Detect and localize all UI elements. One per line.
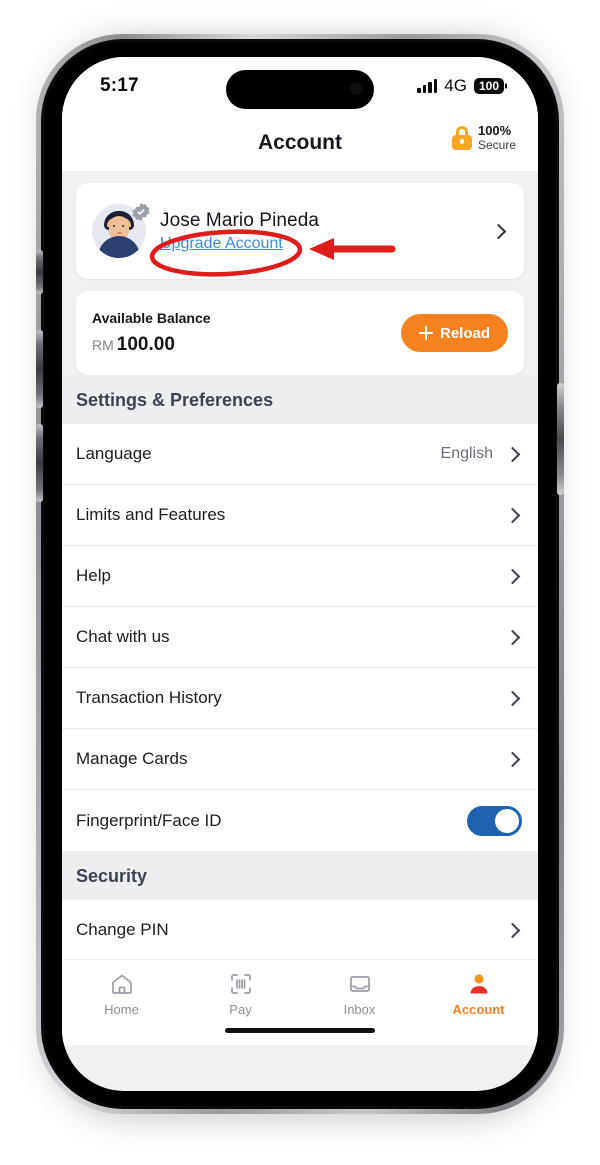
screenshot-stage: 5:17 4G 100 Account 100% Secure Jose Mar… bbox=[0, 0, 600, 1165]
tab-home[interactable]: Home bbox=[62, 971, 181, 1017]
row-label: Transaction History bbox=[76, 688, 222, 707]
home-icon bbox=[108, 971, 136, 997]
phone-screen: 5:17 4G 100 Account 100% Secure Jose Mar… bbox=[62, 57, 538, 1091]
plus-icon bbox=[418, 326, 433, 340]
row-chat-with-us[interactable]: Chat with us bbox=[62, 607, 538, 668]
volume-up-button[interactable] bbox=[36, 330, 43, 408]
security-list: Change PIN bbox=[62, 900, 538, 961]
reload-button[interactable]: Reload bbox=[400, 314, 508, 352]
chevron-right-icon[interactable] bbox=[504, 507, 521, 523]
lock-icon bbox=[451, 126, 472, 151]
secure-label: Secure bbox=[477, 137, 516, 152]
upgrade-account-link[interactable]: Upgrade Account bbox=[160, 235, 283, 253]
network-type-label: 4G bbox=[444, 76, 467, 95]
fingerprint-face-id-toggle[interactable] bbox=[467, 805, 522, 836]
reload-label: Reload bbox=[439, 324, 490, 342]
row-label: Language bbox=[76, 444, 152, 463]
chevron-right-icon[interactable] bbox=[504, 922, 521, 938]
balance-amount: RM 100.00 bbox=[92, 334, 211, 356]
language-value: English bbox=[440, 445, 493, 462]
balance-label: Available Balance bbox=[92, 310, 211, 326]
chevron-right-icon[interactable] bbox=[490, 223, 507, 239]
action-button[interactable] bbox=[36, 250, 43, 294]
row-label: Limits and Features bbox=[76, 505, 226, 524]
inbox-icon bbox=[346, 971, 374, 997]
person-icon bbox=[465, 971, 493, 997]
chevron-right-icon[interactable] bbox=[504, 629, 521, 645]
tab-label: Pay bbox=[229, 1002, 252, 1017]
profile-text: Jose Mario Pineda Upgrade Account bbox=[160, 210, 493, 253]
verified-badge-icon bbox=[131, 202, 151, 222]
avatar bbox=[92, 202, 150, 258]
tab-inbox[interactable]: Inbox bbox=[300, 971, 419, 1017]
tab-pay[interactable]: Pay bbox=[181, 971, 300, 1017]
row-label: Fingerprint/Face ID bbox=[76, 810, 222, 830]
tab-label: Home bbox=[104, 1002, 139, 1017]
balance-text: Available Balance RM 100.00 bbox=[92, 310, 211, 356]
row-manage-cards[interactable]: Manage Cards bbox=[62, 729, 538, 790]
section-header-settings: Settings & Preferences bbox=[62, 375, 538, 424]
row-label: Chat with us bbox=[76, 627, 170, 646]
app-header: Account 100% Secure bbox=[62, 115, 538, 171]
volume-down-button[interactable] bbox=[36, 424, 43, 502]
profile-name: Jose Mario Pineda bbox=[160, 209, 320, 231]
account-content: Jose Mario Pineda Upgrade Account Availa… bbox=[62, 183, 538, 1045]
chevron-right-icon[interactable] bbox=[504, 446, 521, 462]
secure-badge: 100% Secure bbox=[451, 123, 516, 153]
battery-icon: 100 bbox=[473, 78, 504, 94]
section-header-security: Security bbox=[62, 851, 538, 900]
row-limits-and-features[interactable]: Limits and Features bbox=[62, 485, 538, 546]
power-button[interactable] bbox=[557, 383, 564, 495]
profile-card[interactable]: Jose Mario Pineda Upgrade Account bbox=[76, 183, 524, 279]
tab-account[interactable]: Account bbox=[419, 971, 538, 1017]
currency-code: RM bbox=[92, 337, 114, 353]
row-label: Change PIN bbox=[76, 920, 169, 939]
tab-label: Account bbox=[452, 1002, 505, 1017]
status-bar: 5:17 4G 100 bbox=[62, 57, 538, 115]
page-title: Account bbox=[258, 131, 342, 154]
row-label: Help bbox=[76, 566, 111, 585]
secure-percent: 100% bbox=[477, 123, 512, 138]
home-indicator bbox=[225, 1028, 375, 1033]
balance-card: Available Balance RM 100.00 Reload bbox=[76, 291, 524, 375]
signal-bars-icon bbox=[417, 78, 438, 93]
settings-list: Language English Limits and Features Hel… bbox=[62, 424, 538, 851]
chevron-right-icon[interactable] bbox=[504, 690, 521, 706]
dynamic-island bbox=[226, 70, 374, 109]
row-language[interactable]: Language English bbox=[62, 424, 538, 485]
status-indicators: 4G 100 bbox=[417, 76, 504, 96]
tab-label: Inbox bbox=[343, 1002, 376, 1017]
chevron-right-icon[interactable] bbox=[504, 751, 521, 767]
amount-value: 100.00 bbox=[116, 334, 175, 355]
row-change-pin[interactable]: Change PIN bbox=[62, 900, 538, 961]
row-label: Manage Cards bbox=[76, 749, 188, 768]
scan-pay-icon bbox=[227, 971, 255, 997]
row-fingerprint-face-id[interactable]: Fingerprint/Face ID bbox=[62, 790, 538, 851]
status-time: 5:17 bbox=[100, 75, 139, 96]
row-help[interactable]: Help bbox=[62, 546, 538, 607]
row-transaction-history[interactable]: Transaction History bbox=[62, 668, 538, 729]
chevron-right-icon[interactable] bbox=[504, 568, 521, 584]
